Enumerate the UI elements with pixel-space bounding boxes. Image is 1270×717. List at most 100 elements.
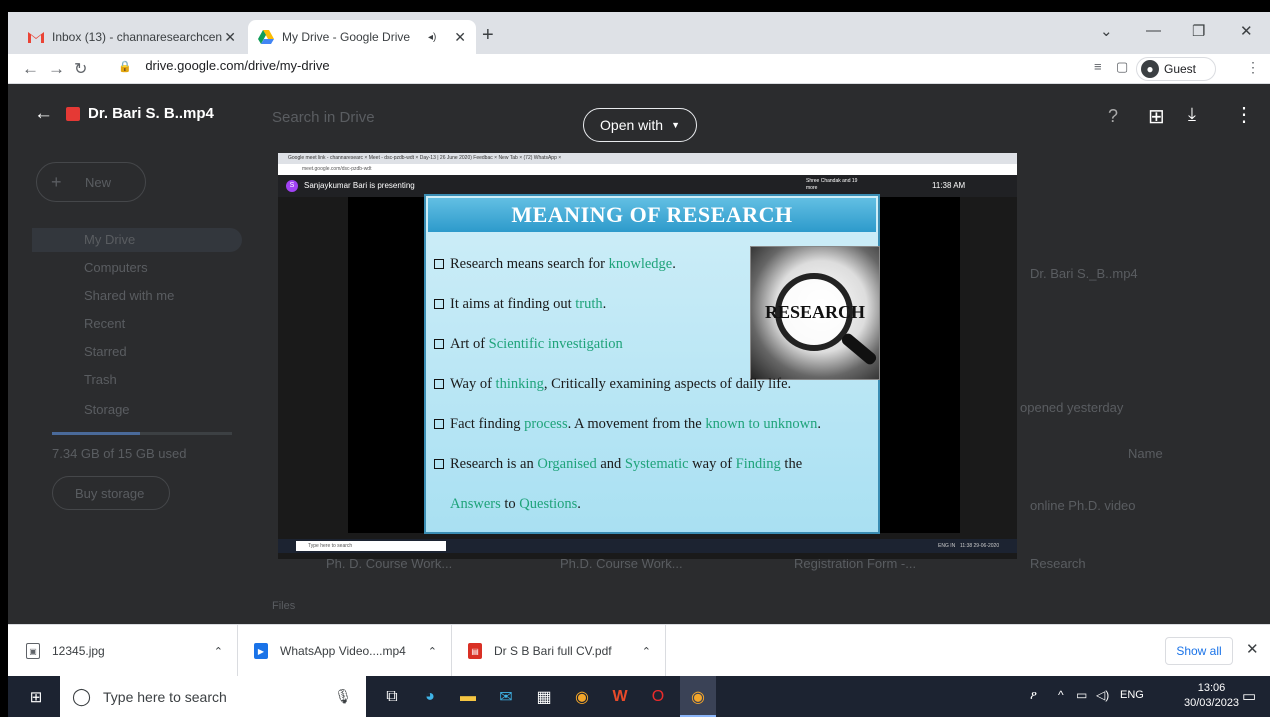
windows-taskbar: ⊞ ◯ Type here to search 🎙 ⧉ ◕ ▬ ✉ ▦ ◉ W … bbox=[8, 676, 1270, 717]
notifications-icon[interactable]: ▭ bbox=[1242, 687, 1256, 705]
back-arrow-icon[interactable]: ← bbox=[34, 103, 53, 125]
tab-gmail[interactable]: Inbox (13) - channaresearchcente ✕ bbox=[18, 20, 246, 54]
language-indicator[interactable]: ENG bbox=[1120, 689, 1144, 701]
download-item[interactable]: ▤ Dr S B Bari full CV.pdf ⌃ bbox=[452, 625, 666, 677]
opera-icon[interactable]: O bbox=[646, 685, 670, 709]
meet-tab-strip: Google meet link - channaresearc × Meet … bbox=[278, 153, 1017, 164]
back-icon[interactable]: ← bbox=[22, 59, 39, 79]
sort-label[interactable]: Name bbox=[1128, 446, 1163, 461]
show-all-button[interactable]: Show all bbox=[1165, 637, 1233, 665]
task-view-icon[interactable]: ⧉ bbox=[380, 685, 404, 709]
list-item[interactable]: online Ph.D. video bbox=[1030, 498, 1136, 513]
sidebar-item-shared[interactable]: Shared with me bbox=[84, 288, 174, 303]
slide: MEANING OF RESEARCH RESEARCH Research me… bbox=[424, 194, 880, 534]
url-bar[interactable]: 🔒 drive.google.com/drive/my-drive bbox=[118, 58, 330, 73]
edge-icon[interactable]: ◕ bbox=[418, 685, 442, 709]
menu-icon[interactable]: ⋮ bbox=[1246, 59, 1260, 76]
meet-url: meet.google.com/dsc-pzdb-wdt bbox=[278, 164, 1017, 175]
help-icon[interactable]: ? bbox=[1108, 106, 1118, 127]
tab-strip: Inbox (13) - channaresearchcente ✕ My Dr… bbox=[8, 12, 1270, 54]
wps-office-icon[interactable]: W bbox=[608, 685, 632, 709]
dropdown-icon: ▼ bbox=[671, 120, 680, 130]
close-window-icon[interactable]: ✕ bbox=[1240, 22, 1253, 40]
files-label: Files bbox=[272, 600, 296, 612]
chrome-icon: ◉ bbox=[691, 689, 705, 706]
close-download-bar-icon[interactable]: ✕ bbox=[1246, 640, 1259, 658]
buy-storage-button[interactable]: Buy storage bbox=[52, 476, 170, 510]
minimize-icon[interactable]: — bbox=[1146, 22, 1161, 39]
avatar-icon: ● bbox=[1141, 60, 1159, 78]
tray-chevron-icon[interactable]: ^ bbox=[1058, 688, 1064, 702]
download-icon[interactable]: ⤓ bbox=[1188, 104, 1196, 125]
chevron-up-icon[interactable]: ⌃ bbox=[214, 645, 223, 658]
participants: Shree Chandak and 19 more bbox=[806, 178, 858, 191]
presenter-text: Sanjaykumar Bari is presenting bbox=[304, 181, 415, 190]
storage-used: 7.34 GB of 15 GB used bbox=[52, 446, 187, 461]
forward-icon[interactable]: → bbox=[48, 59, 65, 79]
close-tab-icon[interactable]: ✕ bbox=[454, 29, 466, 46]
profile-button[interactable]: ● Guest bbox=[1136, 57, 1216, 81]
reading-list-icon[interactable]: ≡ bbox=[1094, 59, 1102, 74]
store-icon[interactable]: ▦ bbox=[532, 685, 556, 709]
sidebar-item-my-drive[interactable]: My Drive bbox=[84, 232, 135, 247]
inner-taskbar: Type here to search ENG IN 11:38 29-06-2… bbox=[278, 539, 1017, 553]
quick-access-title: Dr. Bari S._B..mp4 bbox=[1030, 266, 1138, 281]
tab-drive[interactable]: My Drive - Google Drive ◂) ✕ bbox=[248, 20, 476, 54]
research-magnifier-image: RESEARCH bbox=[750, 246, 880, 380]
bullet-5: Fact finding process. A movement from th… bbox=[434, 416, 821, 433]
bullet-6-cont: Answers to Questions. bbox=[450, 496, 581, 512]
inner-lang: ENG IN bbox=[938, 543, 956, 549]
mic-icon[interactable]: 🎙 bbox=[334, 688, 352, 705]
side-panel-icon[interactable]: ▢ bbox=[1116, 59, 1128, 75]
add-to-drive-icon[interactable]: ⊞ bbox=[1148, 104, 1165, 129]
storage-bar bbox=[52, 432, 232, 435]
people-icon[interactable]: ዖ bbox=[1030, 688, 1037, 703]
mail-icon[interactable]: ✉ bbox=[494, 685, 518, 709]
search-input[interactable]: Search in Drive bbox=[272, 109, 375, 126]
new-button[interactable]: + New bbox=[36, 162, 146, 202]
windows-start-icon[interactable]: ⊞ bbox=[24, 685, 48, 709]
new-tab-button[interactable]: + bbox=[482, 24, 494, 47]
sidebar-item-recent[interactable]: Recent bbox=[84, 316, 125, 331]
meet-time: 11:38 AM bbox=[932, 181, 966, 190]
taskbar-search[interactable]: ◯ Type here to search 🎙 bbox=[60, 676, 366, 717]
file-explorer-icon[interactable]: ▬ bbox=[456, 685, 480, 709]
sidebar-item-computers[interactable]: Computers bbox=[84, 260, 148, 275]
sidebar-item-trash[interactable]: Trash bbox=[84, 372, 117, 387]
chevron-up-icon[interactable]: ⌃ bbox=[642, 645, 651, 658]
download-bar: ▣ 12345.jpg ⌃ ▶ WhatsApp Video....mp4 ⌃ … bbox=[8, 624, 1270, 677]
taskbar-clock[interactable]: 13:06 30/03/2023 bbox=[1184, 681, 1239, 711]
video-file-icon: ▶ bbox=[254, 643, 268, 659]
video-player[interactable]: Google meet link - channaresearc × Meet … bbox=[278, 153, 1017, 559]
open-with-button[interactable]: Open with ▼ bbox=[583, 108, 697, 142]
close-tab-icon[interactable]: ✕ bbox=[224, 29, 236, 46]
drive-preview: ← Dr. Bari S. B..mp4 Search in Drive Ope… bbox=[8, 84, 1270, 624]
download-item[interactable]: ▣ 12345.jpg ⌃ bbox=[8, 625, 238, 677]
more-icon[interactable]: ⋮ bbox=[1234, 102, 1254, 127]
bullet-6: Research is an Organised and Systematic … bbox=[434, 456, 802, 473]
image-file-icon: ▣ bbox=[26, 643, 40, 659]
reload-icon[interactable]: ↻ bbox=[74, 59, 87, 79]
presenter-avatar: S bbox=[286, 180, 298, 192]
chevron-up-icon[interactable]: ⌃ bbox=[428, 645, 437, 658]
sidebar-item-storage[interactable]: Storage bbox=[84, 402, 130, 417]
bullet-4: Way of thinking, Critically examining as… bbox=[434, 376, 791, 393]
network-icon[interactable]: ▭ bbox=[1076, 688, 1087, 702]
quick-access-sub: opened yesterday bbox=[1020, 400, 1124, 415]
audio-icon[interactable]: ◂) bbox=[428, 32, 436, 43]
address-toolbar: ← → ↻ 🔒 drive.google.com/drive/my-drive … bbox=[8, 54, 1270, 84]
chrome-active[interactable]: ◉ bbox=[680, 676, 716, 717]
download-item[interactable]: ▶ WhatsApp Video....mp4 ⌃ bbox=[238, 625, 452, 677]
lock-icon: 🔒 bbox=[118, 61, 132, 73]
cortana-icon: ◯ bbox=[72, 686, 92, 706]
list-item[interactable]: Research bbox=[1030, 556, 1086, 571]
sidebar-item-starred[interactable]: Starred bbox=[84, 344, 127, 359]
inner-clock: 11:38 29-06-2020 bbox=[960, 543, 1000, 549]
chrome-icon[interactable]: ◉ bbox=[570, 685, 594, 709]
tab-search-icon[interactable]: ⌄ bbox=[1100, 22, 1113, 40]
volume-icon[interactable]: ◁) bbox=[1096, 688, 1109, 702]
bullet-3: Art of Scientific investigation bbox=[434, 336, 623, 353]
sidebar-active bbox=[32, 228, 242, 252]
restore-icon[interactable]: ❐ bbox=[1192, 22, 1205, 40]
video-file-icon bbox=[66, 107, 80, 121]
